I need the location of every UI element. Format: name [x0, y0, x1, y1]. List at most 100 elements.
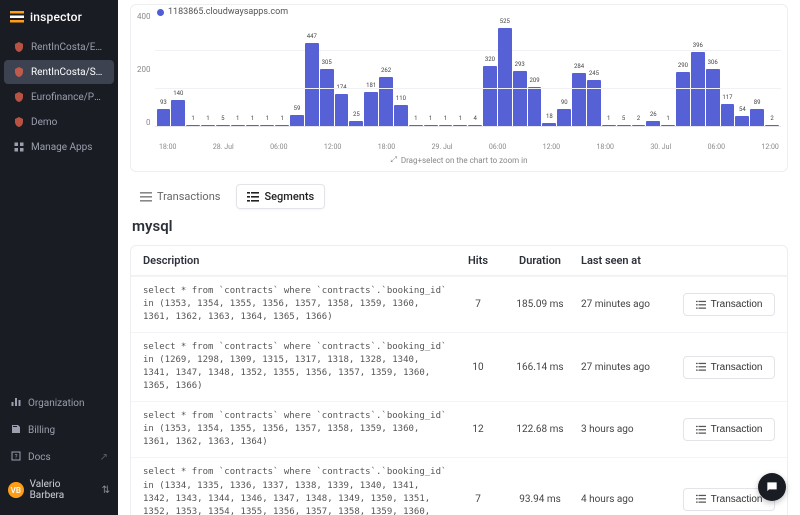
- chart-area[interactable]: 4002000 93140115111159447305174251812621…: [137, 13, 781, 141]
- x-tick: 18:00: [378, 143, 395, 151]
- bar-value-label: 305: [322, 59, 332, 66]
- bottom-item-docs[interactable]: ?Docs↗: [0, 444, 118, 471]
- content-scroll[interactable]: 1183865.cloudwaysapps.com 4002000 931401…: [118, 0, 800, 515]
- tabbar: Transactions Segments: [130, 184, 788, 209]
- chart-bar[interactable]: 89: [750, 109, 764, 126]
- external-link-icon: ↗: [100, 452, 108, 463]
- bar-value-label: 181: [366, 82, 376, 89]
- chart-bar[interactable]: 90: [557, 109, 571, 126]
- bar-value-label: 1: [191, 115, 194, 122]
- chart-bar[interactable]: 54: [735, 116, 749, 126]
- chart-bar[interactable]: 174: [335, 94, 349, 126]
- chart-bar[interactable]: 1: [602, 125, 616, 126]
- chart-bar[interactable]: 140: [171, 100, 185, 126]
- bottom-icon: [10, 396, 22, 411]
- chart-bar[interactable]: 93: [157, 109, 171, 126]
- app-icon: [13, 116, 25, 128]
- chart-bar[interactable]: 1: [453, 125, 467, 126]
- chart-bar[interactable]: 1: [231, 125, 245, 126]
- tab-transactions[interactable]: Transactions: [130, 185, 230, 208]
- bar-value-label: 174: [336, 84, 346, 91]
- y-tick: 200: [137, 66, 151, 74]
- chart-bar[interactable]: 1: [260, 125, 274, 126]
- chart-bar[interactable]: 245: [587, 80, 601, 126]
- chart-bar[interactable]: 18: [542, 123, 556, 126]
- chart-bar[interactable]: 305: [320, 69, 334, 126]
- chart-bar[interactable]: 1: [424, 125, 438, 126]
- list-icon: [696, 494, 706, 504]
- chart-plot[interactable]: 9314011511115944730517425181262110111143…: [155, 13, 782, 127]
- chart-bar[interactable]: 4: [468, 125, 482, 126]
- sidebar-item-1[interactable]: RentInCosta/Sorr...: [4, 60, 114, 84]
- chart-bar[interactable]: 2: [632, 125, 646, 126]
- main: 1183865.cloudwaysapps.com 4002000 931401…: [118, 0, 800, 515]
- chart-bar[interactable]: 525: [498, 28, 512, 126]
- chart-bar[interactable]: 1: [409, 125, 423, 126]
- sidebar-item-2[interactable]: Eurofinance/PROD: [4, 85, 114, 109]
- chart-bar[interactable]: 1: [186, 125, 200, 126]
- chart-bar[interactable]: 396: [691, 52, 705, 126]
- chat-fab[interactable]: [758, 473, 786, 501]
- chat-icon: [765, 480, 779, 494]
- chart-bar[interactable]: 2: [765, 125, 779, 126]
- nav: RentInCosta/EfisioRentInCosta/Sorr...Eur…: [0, 32, 118, 160]
- bar-value-label: 262: [381, 67, 391, 74]
- sidebar-item-0[interactable]: RentInCosta/Efisio: [4, 35, 114, 59]
- sidebar-item-4[interactable]: Manage Apps: [4, 135, 114, 159]
- sidebar-item-3[interactable]: Demo: [4, 110, 114, 134]
- chart-bar[interactable]: 262: [379, 77, 393, 126]
- bar-value-label: 293: [515, 61, 525, 68]
- chart-bar[interactable]: 5: [617, 125, 631, 126]
- chart-bar[interactable]: 1: [275, 125, 289, 126]
- user-name: Valerio Barbera: [30, 479, 96, 501]
- chart-bar[interactable]: 290: [676, 72, 690, 126]
- brand-name: inspector: [30, 10, 82, 24]
- brand[interactable]: inspector: [0, 0, 118, 32]
- transaction-button[interactable]: Transaction: [683, 293, 775, 316]
- bar-value-label: 89: [754, 99, 761, 106]
- chart-bar[interactable]: 320: [483, 66, 497, 126]
- transaction-button[interactable]: Transaction: [683, 356, 775, 379]
- chart-bar[interactable]: 306: [706, 69, 720, 126]
- table-row: select * from `contracts` where `contrac…: [131, 457, 787, 515]
- chart-bar[interactable]: 1: [661, 125, 675, 126]
- x-tick: 29. Jul: [432, 143, 453, 151]
- chart-bar[interactable]: 117: [721, 104, 735, 126]
- x-tick: 06:00: [708, 143, 725, 151]
- chart-bar[interactable]: 26: [646, 121, 660, 126]
- bar-value-label: 1: [666, 115, 669, 122]
- table-row: select * from `contracts` where `contrac…: [131, 401, 787, 457]
- bar-value-label: 26: [650, 111, 657, 118]
- bar-value-label: 245: [589, 70, 599, 77]
- section-title: mysql: [132, 217, 786, 235]
- chart-bar[interactable]: 25: [349, 121, 363, 126]
- chart-bar[interactable]: 293: [513, 71, 527, 126]
- bar-value-label: 4: [473, 115, 476, 122]
- chart-bar[interactable]: 59: [290, 115, 304, 126]
- chart-bar[interactable]: 1: [246, 125, 260, 126]
- chart-bar[interactable]: 1: [439, 125, 453, 126]
- bar-value-label: 110: [396, 95, 406, 102]
- th-hits: Hits: [457, 254, 499, 267]
- chart-bar[interactable]: 110: [394, 105, 408, 126]
- x-tick: 12:00: [761, 143, 778, 151]
- bottom-item-billing[interactable]: Billing: [0, 417, 118, 444]
- chart-bar[interactable]: 181: [364, 92, 378, 126]
- bar-value-label: 447: [307, 33, 317, 40]
- sidebar: inspector RentInCosta/EfisioRentInCosta/…: [0, 0, 118, 515]
- cell-hits: 7: [457, 494, 499, 505]
- bar-value-label: 18: [546, 113, 553, 120]
- chart-bar[interactable]: 1: [201, 125, 215, 126]
- user-row[interactable]: VBValerio Barbera⇅: [0, 471, 118, 509]
- chart-bar[interactable]: 284: [572, 73, 586, 126]
- chart-bar[interactable]: 447: [305, 43, 319, 126]
- chart-bar[interactable]: 209: [528, 87, 542, 126]
- tab-segments[interactable]: Segments: [236, 184, 325, 209]
- app-icon: [13, 66, 25, 78]
- chart-bar[interactable]: 5: [216, 125, 230, 126]
- bar-value-label: 1: [206, 115, 209, 122]
- cell-last-seen: 27 minutes ago: [581, 362, 675, 373]
- bottom-item-organization[interactable]: Organization: [0, 390, 118, 417]
- transaction-button[interactable]: Transaction: [683, 418, 775, 441]
- y-tick: 400: [137, 13, 151, 21]
